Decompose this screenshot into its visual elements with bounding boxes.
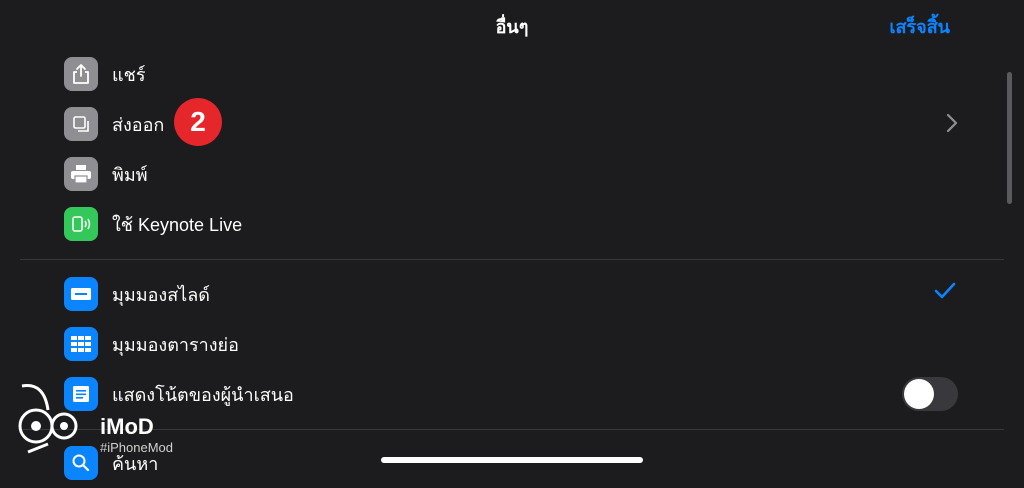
menu-item-label: แชร์ — [112, 64, 146, 85]
menu-item-find[interactable]: ค้นหา — [64, 438, 958, 488]
menu-item-slide-view[interactable]: มุมมองสไลด์ — [64, 269, 958, 319]
watermark: iMoD #iPhoneMod — [14, 380, 174, 470]
section-divider — [20, 259, 1004, 260]
menu-item-light-table[interactable]: มุมมองตารางย่อ — [64, 319, 958, 369]
presenter-notes-toggle[interactable] — [902, 377, 958, 411]
page-title: อื่นๆ — [495, 17, 529, 37]
menu-item-keynote-live[interactable]: ใช้ Keynote Live — [64, 199, 958, 249]
menu-item-label: ใช้ Keynote Live — [112, 214, 243, 235]
menu-item-label: มุมมองสไลด์ — [112, 284, 210, 305]
watermark-brand: iMoD — [100, 414, 154, 439]
slide-view-icon — [64, 277, 98, 311]
grid-icon — [64, 327, 98, 361]
export-icon — [64, 107, 98, 141]
menu-item-label: ส่งออก — [112, 114, 165, 135]
share-icon — [64, 57, 98, 91]
menu-item-presenter-notes[interactable]: แสดงโน้ตของผู้นำเสนอ — [64, 369, 958, 419]
watermark-logo-icon — [18, 384, 78, 454]
print-icon — [64, 157, 98, 191]
menu-item-share[interactable]: แชร์ — [64, 49, 958, 99]
menu-item-print[interactable]: พิมพ์ — [64, 149, 958, 199]
menu-item-label: มุมมองตารางย่อ — [112, 334, 239, 355]
watermark-handle: #iPhoneMod — [100, 440, 173, 455]
menu-item-label: พิมพ์ — [112, 164, 148, 185]
scrollbar[interactable] — [1007, 72, 1012, 204]
home-indicator[interactable] — [381, 457, 643, 463]
done-button[interactable]: เสร็จสิ้น — [889, 12, 950, 41]
checkmark-icon — [934, 282, 956, 299]
step-badge: 2 — [174, 98, 222, 146]
toggle-knob — [904, 379, 934, 409]
chevron-right-icon — [946, 113, 958, 133]
keynote-live-icon — [64, 207, 98, 241]
header-bar: อื่นๆ เสร็จสิ้น — [0, 0, 1024, 52]
